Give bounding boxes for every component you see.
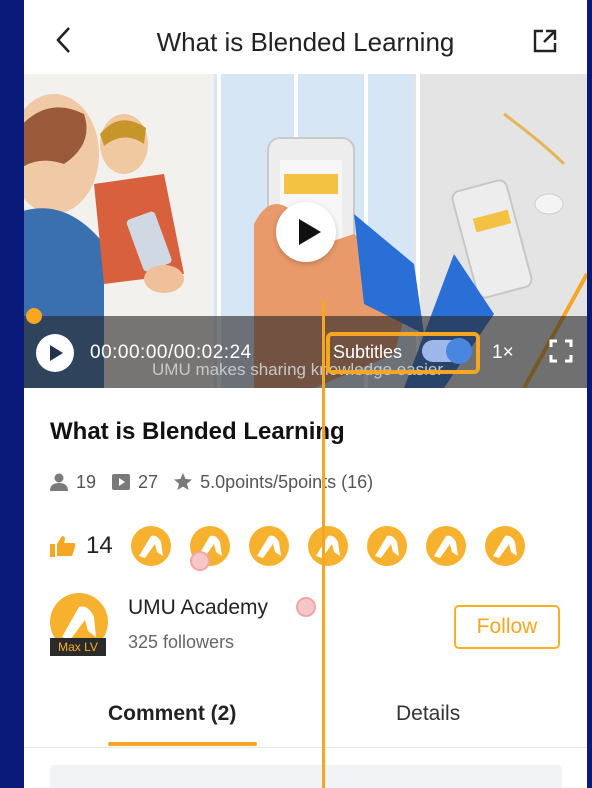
top-bar: What is Blended Learning [24,0,587,74]
liker-avatar[interactable] [248,526,289,566]
liker-avatar[interactable] [484,526,525,566]
author-avatar[interactable]: Max LV [50,593,108,656]
share-icon[interactable] [532,28,558,54]
likes-row: 14 [50,526,544,566]
progress-handle[interactable] [26,308,42,324]
course-rating: 5.0points/5points (16) [200,471,374,492]
tab-comment[interactable]: Comment (2) [108,702,236,726]
medal-badge-icon [190,551,210,571]
author-name[interactable]: UMU Academy [128,596,268,620]
person-icon [50,473,68,491]
video-icon [112,474,131,490]
play-icon[interactable] [36,334,74,372]
level-badge: Max LV [50,638,106,656]
page-title: What is Blended Learning [156,27,455,57]
follow-button[interactable]: Follow [454,605,560,649]
annotation-pointer-line [322,300,325,788]
author-medal-icon [296,597,316,617]
star-icon [174,473,193,490]
thumbs-up-icon[interactable] [50,535,76,557]
active-tab-indicator [108,742,257,746]
liker-avatar[interactable] [366,526,407,566]
course-title: What is Blended Learning [50,418,345,445]
learner-count: 19 [76,471,97,492]
follower-count: 325 followers [128,632,235,652]
play-overlay-button[interactable] [276,202,336,262]
like-count: 14 [86,532,113,559]
content-tabs: Comment (2) Details [24,686,587,748]
liker-avatar[interactable] [425,526,466,566]
liker-avatar[interactable] [307,526,348,566]
video-count: 27 [138,471,159,492]
subtitles-highlight-box [326,332,480,374]
app-screen: What is Blended Learning 00:00:00/00:02:… [24,0,587,788]
comment-input[interactable] [50,765,562,788]
playback-speed[interactable]: 1× [492,342,514,364]
tab-details[interactable]: Details [396,702,460,726]
fullscreen-icon[interactable] [549,339,573,363]
liker-avatar[interactable] [130,526,171,566]
